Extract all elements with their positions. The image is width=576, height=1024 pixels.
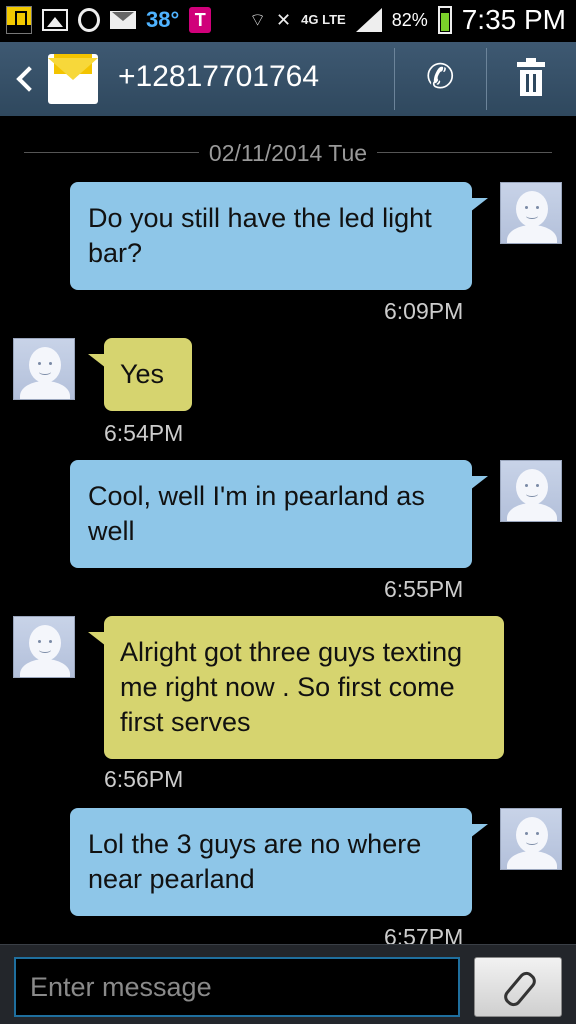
message-text: Yes [120,359,165,389]
message-text: Do you still have the led light bar? [88,203,432,268]
avatar [13,616,75,678]
delete-button[interactable] [487,42,576,116]
received-message-bubble[interactable]: Alright got three guys texting me right … [88,616,504,759]
date-divider: 02/11/2014 Tue [24,140,552,166]
drop-icon [78,8,100,32]
attach-button[interactable] [474,957,562,1017]
status-bar: 38° T ⌔ ✕ 4G LTE 82% 7:35 PM [0,0,576,42]
contact-number[interactable]: +12817701764 [118,60,319,94]
date-divider-text: 02/11/2014 Tue [198,140,378,166]
sent-message-bubble[interactable]: Do you still have the led light bar? [70,182,488,290]
received-message-bubble[interactable]: Yes [88,338,192,411]
avatar [13,338,75,400]
message-time: 6:09PM [384,298,464,324]
mute-icon: ✕ [276,9,292,30]
phone-icon: ✆ [426,58,455,96]
status-clock: 7:35 PM [461,4,566,35]
messaging-screen: 38° T ⌔ ✕ 4G LTE 82% 7:35 PM +1281770176… [0,0,576,1024]
message-time: 6:55PM [384,576,464,602]
message-time: 6:57PM [384,924,464,944]
message-list[interactable]: 02/11/2014 Tue Do you still have the led… [0,116,576,944]
message-time: 6:56PM [104,766,184,792]
avatar [500,460,562,522]
message-time: 6:54PM [104,420,184,446]
battery-icon [437,6,452,34]
contact-envelope-icon[interactable] [48,54,98,104]
battery-percent: 82% [391,9,428,30]
sent-message-bubble[interactable]: Cool, well I'm in pearland as well [70,460,488,568]
gallery-icon [42,9,68,31]
avatar [500,182,562,244]
trash-icon [517,58,545,96]
tmobile-icon: T [189,7,212,33]
message-input[interactable] [14,957,460,1017]
back-icon[interactable] [12,60,42,98]
national-geographic-icon [6,6,32,34]
conversation-header: +12817701764 ✆ [0,42,576,116]
message-text: Cool, well I'm in pearland as well [88,481,425,546]
signal-icon [355,8,382,32]
message-text: Lol the 3 guys are no where near pearlan… [88,829,422,894]
sent-message-bubble[interactable]: Lol the 3 guys are no where near pearlan… [70,808,488,916]
mail-icon [110,11,136,29]
paperclip-icon [503,968,533,1006]
header-divider [394,48,395,110]
weather-temperature: 38° [146,7,180,32]
avatar [500,808,562,870]
message-text: Alright got three guys texting me right … [120,637,463,737]
lte-icon: 4G LTE [301,12,346,27]
wifi-icon: ⌔ [249,9,267,30]
call-button[interactable]: ✆ [396,42,484,116]
composer-bar [0,944,576,1024]
